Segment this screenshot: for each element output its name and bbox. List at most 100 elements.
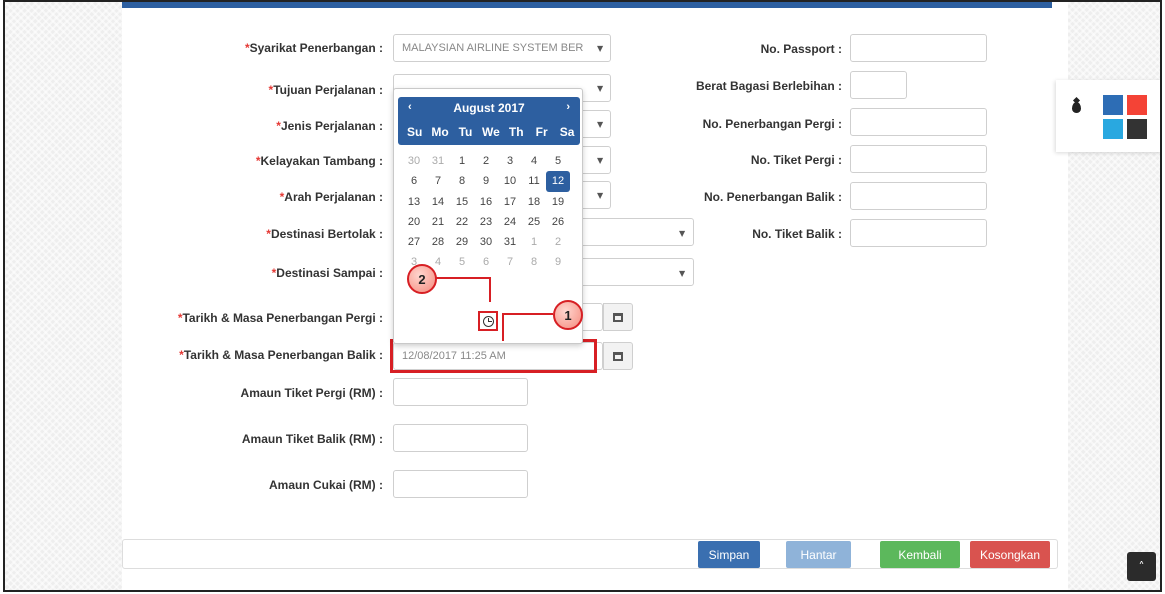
weekday-label: Sa (559, 125, 575, 139)
time-toggle-button[interactable] (478, 311, 498, 331)
datepicker-day[interactable]: 5 (450, 252, 474, 272)
label-destinasi-bertolak: *Destinasi Bertolak : (266, 227, 383, 241)
datepicker-week-row: 27 28 29 30 31 1 2 (402, 232, 580, 252)
datepicker-day[interactable]: 11 (522, 171, 546, 191)
datepicker-day[interactable]: 31 (426, 151, 450, 171)
label-tarikh-pergi: *Tarikh & Masa Penerbangan Pergi : (177, 311, 383, 325)
form-panel: *Syarikat Penerbangan : *Tujuan Perjalan… (122, 2, 1068, 590)
chevron-down-icon: ▼ (597, 156, 604, 165)
flight-form: *Syarikat Penerbangan : *Tujuan Perjalan… (122, 8, 1068, 538)
datepicker-day[interactable]: 9 (546, 252, 570, 272)
datepicker-popup: ‹ August 2017 › Su Mo Tu We Th Fr Sa 30 31 1 2 3 4 5… (393, 88, 583, 344)
datepicker-day[interactable]: 8 (450, 171, 474, 191)
calendar-icon (613, 312, 623, 322)
kembali-button[interactable]: Kembali (880, 541, 960, 568)
theme-swatch-red[interactable] (1127, 95, 1147, 115)
datepicker-day[interactable]: 9 (474, 171, 498, 191)
datepicker-day[interactable]: 29 (450, 232, 474, 252)
datepicker-day[interactable]: 30 (474, 232, 498, 252)
datepicker-day[interactable]: 6 (402, 171, 426, 191)
annotation-connector-2 (429, 277, 491, 279)
datepicker-day[interactable]: 12 (546, 171, 570, 192)
label-no-penerbangan-pergi: No. Penerbangan Pergi : (702, 117, 842, 131)
datepicker-day[interactable]: 14 (426, 192, 450, 212)
datepicker-day[interactable]: 8 (522, 252, 546, 272)
annotation-marker-2: 2 (407, 264, 437, 294)
label-amaun-tiket-pergi: Amaun Tiket Pergi (RM) : (240, 386, 383, 400)
datepicker-day[interactable]: 6 (474, 252, 498, 272)
annotation-marker-1: 1 (553, 300, 583, 330)
datepicker-day[interactable]: 7 (498, 252, 522, 272)
datepicker-day[interactable]: 31 (498, 232, 522, 252)
theme-swatch-blue[interactable] (1103, 95, 1123, 115)
no-penerbangan-pergi-input[interactable] (850, 108, 987, 136)
label-jenis-perjalanan: *Jenis Perjalanan : (276, 119, 383, 133)
syarikat-penerbangan-select[interactable]: MALAYSIAN AIRLINE SYSTEM BER (393, 34, 611, 62)
theme-swatch-dark[interactable] (1127, 119, 1147, 139)
chevron-down-icon: ▼ (679, 269, 686, 278)
datepicker-day[interactable]: 22 (450, 212, 474, 232)
datepicker-day[interactable]: 10 (498, 171, 522, 191)
app-window: *Syarikat Penerbangan : *Tujuan Perjalan… (3, 0, 1162, 592)
label-syarikat-penerbangan: *Syarikat Penerbangan : (244, 41, 383, 55)
calendar-button-pergi[interactable] (603, 303, 633, 331)
datepicker-day[interactable]: 26 (546, 212, 570, 232)
simpan-button[interactable]: Simpan (698, 541, 760, 568)
amaun-tiket-pergi-input[interactable] (393, 378, 528, 406)
amaun-cukai-input[interactable] (393, 470, 528, 498)
datepicker-day[interactable]: 15 (450, 192, 474, 212)
scroll-to-top-button[interactable]: ˄ (1127, 552, 1156, 581)
datepicker-day[interactable]: 1 (522, 232, 546, 252)
hantar-button[interactable]: Hantar (786, 541, 851, 568)
datepicker-month-title[interactable]: August 2017 (398, 101, 580, 115)
datepicker-day[interactable]: 3 (498, 151, 522, 171)
label-tujuan-perjalanan: *Tujuan Perjalanan : (268, 83, 383, 97)
datepicker-day[interactable]: 18 (522, 192, 546, 212)
chevron-down-icon: ▼ (597, 120, 604, 129)
datepicker-day[interactable]: 25 (522, 212, 546, 232)
datepicker-day[interactable]: 27 (402, 232, 426, 252)
datepicker-day[interactable]: 5 (546, 151, 570, 171)
datepicker-day[interactable]: 13 (402, 192, 426, 212)
datepicker-days-grid: 30 31 1 2 3 4 5 6 7 8 9 10 11 12 13 14 15 16 17 18 19 20 21 22 2… (402, 151, 580, 273)
datepicker-next-button[interactable]: › (566, 101, 570, 113)
annotation-connector-1 (502, 313, 504, 341)
datepicker-day[interactable]: 17 (498, 192, 522, 212)
datepicker-day[interactable]: 2 (546, 232, 570, 252)
chevron-up-icon: ˄ (1138, 559, 1145, 574)
chevron-down-icon: ▼ (597, 191, 604, 200)
datepicker-day[interactable]: 23 (474, 212, 498, 232)
theme-swatch-light-blue[interactable] (1103, 119, 1123, 139)
weekday-label: Th (508, 125, 524, 139)
datepicker-day[interactable]: 1 (450, 151, 474, 171)
berat-bagasi-input[interactable] (850, 71, 907, 99)
weekday-label: Su (407, 125, 423, 139)
datepicker-day[interactable]: 4 (522, 151, 546, 171)
kosongkan-button[interactable]: Kosongkan (970, 541, 1050, 568)
label-no-penerbangan-balik: No. Penerbangan Balik : (703, 190, 842, 204)
datepicker-day[interactable]: 28 (426, 232, 450, 252)
datepicker-day[interactable]: 7 (426, 171, 450, 191)
datepicker-day[interactable]: 2 (474, 151, 498, 171)
label-arah-perjalanan: *Arah Perjalanan : (279, 190, 383, 204)
no-tiket-balik-input[interactable] (850, 219, 987, 247)
no-passport-input[interactable] (850, 34, 987, 62)
label-destinasi-sampai: *Destinasi Sampai : (271, 266, 383, 280)
datepicker-day[interactable]: 16 (474, 192, 498, 212)
datepicker-day[interactable]: 19 (546, 192, 570, 212)
amaun-tiket-balik-input[interactable] (393, 424, 528, 452)
weekday-label: Mo (431, 125, 449, 139)
datepicker-day[interactable]: 24 (498, 212, 522, 232)
weekday-label: We (481, 125, 500, 139)
no-tiket-pergi-input[interactable] (850, 145, 987, 173)
datepicker-day[interactable]: 21 (426, 212, 450, 232)
label-kelayakan-tambang: *Kelayakan Tambang : (255, 154, 383, 168)
no-penerbangan-balik-input[interactable] (850, 182, 987, 210)
weekday-label: Fr (535, 125, 548, 139)
datepicker-week-row: 13 14 15 16 17 18 19 (402, 192, 580, 212)
weekday-header: Su Mo Tu We Th Fr Sa (402, 125, 580, 139)
calendar-button-balik[interactable] (603, 342, 633, 370)
datepicker-day[interactable]: 30 (402, 151, 426, 171)
droplet-icon[interactable] (1072, 102, 1081, 113)
datepicker-day[interactable]: 20 (402, 212, 426, 232)
